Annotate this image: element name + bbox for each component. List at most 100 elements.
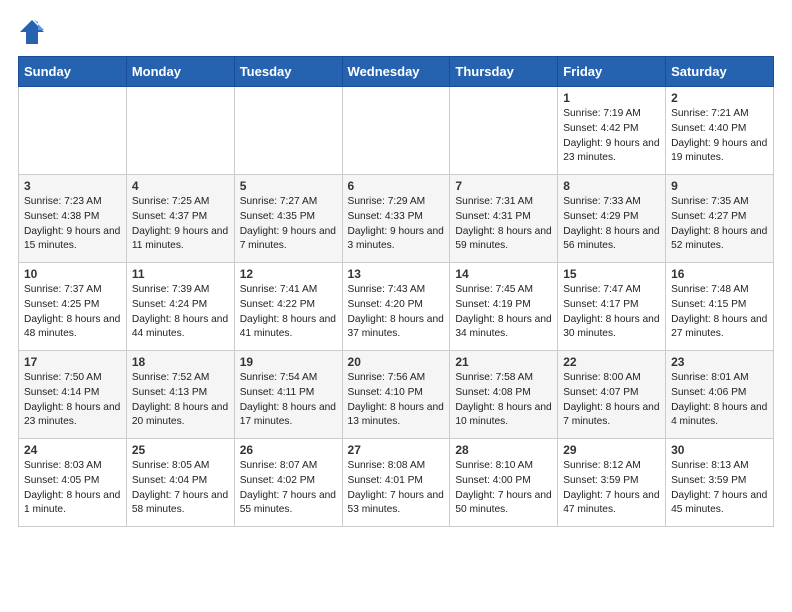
calendar-cell: 27Sunrise: 8:08 AM Sunset: 4:01 PM Dayli… [342,439,450,527]
day-info: Sunrise: 7:37 AM Sunset: 4:25 PM Dayligh… [24,283,121,342]
day-info: Sunrise: 7:58 AM Sunset: 4:08 PM Dayligh… [455,371,552,430]
day-info: Sunrise: 7:33 AM Sunset: 4:29 PM Dayligh… [563,195,660,254]
day-info: Sunrise: 7:50 AM Sunset: 4:14 PM Dayligh… [24,371,121,430]
calendar-cell: 9 Sunrise: 7:35 AM Sunset: 4:27 PM Daylig… [666,175,774,263]
header [18,18,774,46]
calendar-cell: 30 Sunrise: 8:13 AM Sunset: 3:59 PM Dayli… [666,439,774,527]
calendar-cell: 26 Sunrise: 8:07 AM Sunset: 4:02 PM Dayli… [234,439,342,527]
calendar-cell [234,87,342,175]
day-number: 12 [240,267,337,281]
day-number: 6 [348,179,445,193]
day-info: Sunrise: 7:27 AM Sunset: 4:35 PM Dayligh… [240,195,337,254]
day-info: Sunrise: 7:47 AM Sunset: 4:17 PM Dayligh… [563,283,660,342]
calendar-cell [19,87,127,175]
day-header-wednesday: Wednesday [342,57,450,87]
calendar-cell: 19 Sunrise: 7:54 AM Sunset: 4:11 PM Dayli… [234,351,342,439]
calendar-cell: 11 Sunrise: 7:39 AM Sunset: 4:24 PM Dayli… [126,263,234,351]
day-number: 30 [671,443,768,457]
day-number: 24 [24,443,121,457]
day-number: 13 [348,267,445,281]
calendar-cell: 22Sunrise: 8:00 AM Sunset: 4:07 PM Dayli… [558,351,666,439]
day-header-saturday: Saturday [666,57,774,87]
day-number: 2 [671,91,768,105]
calendar-table: SundayMondayTuesdayWednesdayThursdayFrid… [18,56,774,527]
calendar-cell [342,87,450,175]
calendar-cell: 25 Sunrise: 8:05 AM Sunset: 4:04 PM Dayli… [126,439,234,527]
logo-icon [18,18,46,46]
day-number: 20 [348,355,445,369]
day-number: 4 [132,179,229,193]
day-number: 21 [455,355,552,369]
day-info: Sunrise: 7:31 AM Sunset: 4:31 PM Dayligh… [455,195,552,254]
day-number: 5 [240,179,337,193]
calendar-cell [450,87,558,175]
day-header-thursday: Thursday [450,57,558,87]
day-number: 29 [563,443,660,457]
day-info: Sunrise: 7:54 AM Sunset: 4:11 PM Dayligh… [240,371,337,430]
calendar-cell: 23 Sunrise: 8:01 AM Sunset: 4:06 PM Dayli… [666,351,774,439]
logo [18,18,50,46]
calendar-cell: 6 Sunrise: 7:29 AM Sunset: 4:33 PM Daylig… [342,175,450,263]
day-info: Sunrise: 8:13 AM Sunset: 3:59 PM Dayligh… [671,459,768,518]
day-header-monday: Monday [126,57,234,87]
day-info: Sunrise: 8:05 AM Sunset: 4:04 PM Dayligh… [132,459,229,518]
day-number: 28 [455,443,552,457]
day-number: 25 [132,443,229,457]
day-info: Sunrise: 7:25 AM Sunset: 4:37 PM Dayligh… [132,195,229,254]
day-number: 15 [563,267,660,281]
day-number: 16 [671,267,768,281]
calendar-cell [126,87,234,175]
day-number: 9 [671,179,768,193]
day-info: Sunrise: 7:19 AM Sunset: 4:42 PM Dayligh… [563,107,660,166]
calendar-cell: 7 Sunrise: 7:31 AM Sunset: 4:31 PM Daylig… [450,175,558,263]
calendar-cell: 12 Sunrise: 7:41 AM Sunset: 4:22 PM Dayli… [234,263,342,351]
calendar-week-row: 3Sunrise: 7:23 AM Sunset: 4:38 PM Daylig… [19,175,774,263]
day-info: Sunrise: 8:08 AM Sunset: 4:01 PM Dayligh… [348,459,445,518]
day-number: 26 [240,443,337,457]
calendar-week-row: 10 Sunrise: 7:37 AM Sunset: 4:25 PM Dayli… [19,263,774,351]
day-number: 22 [563,355,660,369]
calendar-week-row: 1 Sunrise: 7:19 AM Sunset: 4:42 PM Daylig… [19,87,774,175]
day-number: 17 [24,355,121,369]
day-number: 23 [671,355,768,369]
calendar-cell: 5 Sunrise: 7:27 AM Sunset: 4:35 PM Daylig… [234,175,342,263]
day-info: Sunrise: 7:23 AM Sunset: 4:38 PM Dayligh… [24,195,121,254]
day-info: Sunrise: 7:29 AM Sunset: 4:33 PM Dayligh… [348,195,445,254]
day-info: Sunrise: 7:21 AM Sunset: 4:40 PM Dayligh… [671,107,768,166]
calendar-cell: 1 Sunrise: 7:19 AM Sunset: 4:42 PM Daylig… [558,87,666,175]
calendar-header-row: SundayMondayTuesdayWednesdayThursdayFrid… [19,57,774,87]
day-number: 10 [24,267,121,281]
calendar-cell: 2 Sunrise: 7:21 AM Sunset: 4:40 PM Daylig… [666,87,774,175]
day-number: 7 [455,179,552,193]
calendar-cell: 18Sunrise: 7:52 AM Sunset: 4:13 PM Dayli… [126,351,234,439]
day-info: Sunrise: 7:41 AM Sunset: 4:22 PM Dayligh… [240,283,337,342]
calendar-cell: 29 Sunrise: 8:12 AM Sunset: 3:59 PM Dayli… [558,439,666,527]
day-header-friday: Friday [558,57,666,87]
calendar-week-row: 17 Sunrise: 7:50 AM Sunset: 4:14 PM Dayli… [19,351,774,439]
calendar-cell: 13Sunrise: 7:43 AM Sunset: 4:20 PM Dayli… [342,263,450,351]
calendar-cell: 8 Sunrise: 7:33 AM Sunset: 4:29 PM Daylig… [558,175,666,263]
day-header-tuesday: Tuesday [234,57,342,87]
calendar-cell: 14Sunrise: 7:45 AM Sunset: 4:19 PM Dayli… [450,263,558,351]
calendar-cell: 10 Sunrise: 7:37 AM Sunset: 4:25 PM Dayli… [19,263,127,351]
day-info: Sunrise: 7:52 AM Sunset: 4:13 PM Dayligh… [132,371,229,430]
day-info: Sunrise: 7:45 AM Sunset: 4:19 PM Dayligh… [455,283,552,342]
day-info: Sunrise: 7:35 AM Sunset: 4:27 PM Dayligh… [671,195,768,254]
calendar-week-row: 24 Sunrise: 8:03 AM Sunset: 4:05 PM Dayli… [19,439,774,527]
day-info: Sunrise: 7:39 AM Sunset: 4:24 PM Dayligh… [132,283,229,342]
day-number: 8 [563,179,660,193]
day-number: 11 [132,267,229,281]
day-info: Sunrise: 8:01 AM Sunset: 4:06 PM Dayligh… [671,371,768,430]
day-info: Sunrise: 8:10 AM Sunset: 4:00 PM Dayligh… [455,459,552,518]
day-info: Sunrise: 8:07 AM Sunset: 4:02 PM Dayligh… [240,459,337,518]
calendar-cell: 28 Sunrise: 8:10 AM Sunset: 4:00 PM Dayli… [450,439,558,527]
calendar-cell: 17 Sunrise: 7:50 AM Sunset: 4:14 PM Dayli… [19,351,127,439]
calendar-cell: 4 Sunrise: 7:25 AM Sunset: 4:37 PM Daylig… [126,175,234,263]
day-number: 1 [563,91,660,105]
day-info: Sunrise: 7:48 AM Sunset: 4:15 PM Dayligh… [671,283,768,342]
day-info: Sunrise: 8:12 AM Sunset: 3:59 PM Dayligh… [563,459,660,518]
calendar-cell: 3Sunrise: 7:23 AM Sunset: 4:38 PM Daylig… [19,175,127,263]
day-info: Sunrise: 8:03 AM Sunset: 4:05 PM Dayligh… [24,459,121,518]
day-header-sunday: Sunday [19,57,127,87]
day-number: 19 [240,355,337,369]
